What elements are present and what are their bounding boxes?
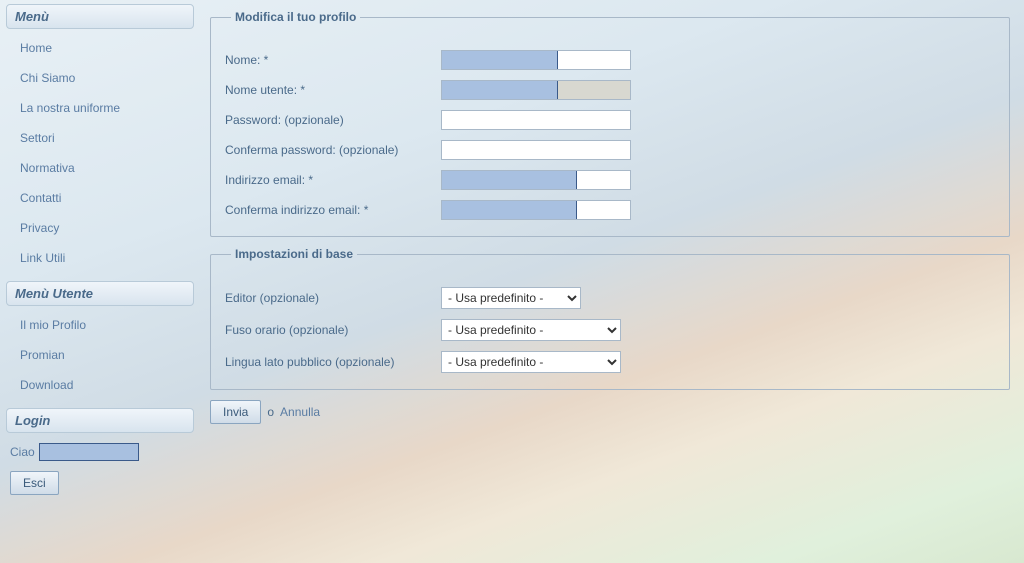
login-greeting: Ciao — [10, 443, 190, 461]
password-input[interactable] — [441, 110, 631, 130]
row-timezone: Fuso orario (opzionale) - Usa predefinit… — [225, 319, 995, 341]
label-editor: Editor (opzionale) — [225, 291, 441, 305]
submit-button[interactable]: Invia — [210, 400, 261, 424]
confirm-email-input[interactable] — [441, 200, 631, 220]
name-input[interactable] — [441, 50, 631, 70]
login-heading: Login — [6, 408, 194, 433]
row-password: Password: (opzionale) — [225, 110, 995, 130]
sidebar: Menù Home Chi Siamo La nostra uniforme S… — [0, 0, 200, 563]
user-menu-heading: Menù Utente — [6, 281, 194, 306]
page-root: Menù Home Chi Siamo La nostra uniforme S… — [0, 0, 1024, 563]
basic-settings-fieldset: Impostazioni di base Editor (opzionale) … — [210, 247, 1010, 390]
cancel-link[interactable]: Annulla — [280, 405, 320, 419]
row-username: Nome utente: * — [225, 80, 995, 100]
menu-item-link-utili[interactable]: Link Utili — [14, 243, 190, 273]
frontend-language-select[interactable]: - Usa predefinito - — [441, 351, 621, 373]
label-name: Nome: * — [225, 53, 441, 67]
menu-item-contatti[interactable]: Contatti — [14, 183, 190, 213]
menu-item-uniforme[interactable]: La nostra uniforme — [14, 93, 190, 123]
label-username: Nome utente: * — [225, 83, 441, 97]
profile-legend: Modifica il tuo profilo — [231, 10, 360, 24]
row-editor: Editor (opzionale) - Usa predefinito - — [225, 287, 995, 309]
menu-item-profilo[interactable]: Il mio Profilo — [14, 310, 190, 340]
user-menu: Il mio Profilo Promian Download — [6, 310, 194, 408]
row-frontend-language: Lingua lato pubblico (opzionale) - Usa p… — [225, 351, 995, 373]
menu-item-promian[interactable]: Promian — [14, 340, 190, 370]
menu-item-chi-siamo[interactable]: Chi Siamo — [14, 63, 190, 93]
row-confirm-password: Conferma password: (opzionale) — [225, 140, 995, 160]
label-confirm-email: Conferma indirizzo email: * — [225, 203, 441, 217]
form-actions: Invia o Annulla — [210, 400, 1010, 424]
menu-item-settori[interactable]: Settori — [14, 123, 190, 153]
label-confirm-password: Conferma password: (opzionale) — [225, 143, 441, 157]
label-password: Password: (opzionale) — [225, 113, 441, 127]
row-email: Indirizzo email: * — [225, 170, 995, 190]
email-input[interactable] — [441, 170, 631, 190]
main-menu: Home Chi Siamo La nostra uniforme Settor… — [6, 33, 194, 281]
row-name: Nome: * — [225, 50, 995, 70]
label-frontend-language: Lingua lato pubblico (opzionale) — [225, 355, 441, 369]
menu-item-home[interactable]: Home — [14, 33, 190, 63]
login-block: Ciao Esci — [6, 437, 194, 501]
greeting-text: Ciao — [10, 445, 35, 459]
menu-item-privacy[interactable]: Privacy — [14, 213, 190, 243]
username-input[interactable] — [441, 80, 631, 100]
confirm-password-input[interactable] — [441, 140, 631, 160]
menu-heading: Menù — [6, 4, 194, 29]
row-confirm-email: Conferma indirizzo email: * — [225, 200, 995, 220]
menu-item-download[interactable]: Download — [14, 370, 190, 400]
label-timezone: Fuso orario (opzionale) — [225, 323, 441, 337]
logout-button[interactable]: Esci — [10, 471, 59, 495]
basic-settings-legend: Impostazioni di base — [231, 247, 357, 261]
or-text: o — [267, 405, 274, 419]
menu-item-normativa[interactable]: Normativa — [14, 153, 190, 183]
timezone-select[interactable]: - Usa predefinito - — [441, 319, 621, 341]
greeting-username-box — [39, 443, 139, 461]
editor-select[interactable]: - Usa predefinito - — [441, 287, 581, 309]
label-email: Indirizzo email: * — [225, 173, 441, 187]
main-content: Modifica il tuo profilo Nome: * Nome ute… — [200, 0, 1024, 563]
profile-fieldset: Modifica il tuo profilo Nome: * Nome ute… — [210, 10, 1010, 237]
